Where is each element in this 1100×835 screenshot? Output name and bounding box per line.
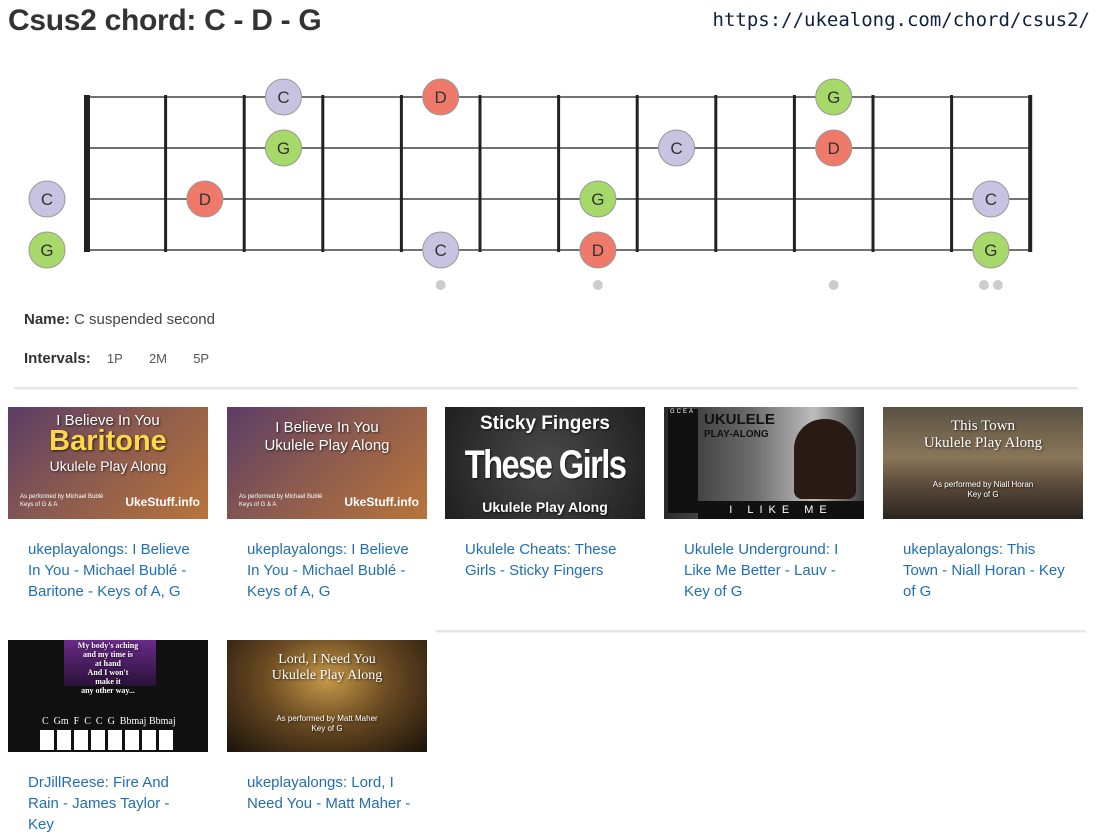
fretboard-diagram: C D G G C D C D G C G C D G xyxy=(28,78,1033,290)
video-thumbnail: Sticky Fingers These Girls Ukulele Play … xyxy=(445,407,645,519)
video-link[interactable]: DrJillReese: Fire And Rain - James Taylo… xyxy=(8,752,208,835)
chord-intervals-label: Intervals: xyxy=(24,350,91,367)
video-thumbnail: Lord, I Need You Ukulele Play Along As p… xyxy=(227,640,427,752)
video-card[interactable]: My body's aching and my time is at hand … xyxy=(8,640,208,835)
thumb-subtitle: PLAY-ALONG xyxy=(704,429,769,440)
thumb-chords: C Gm F C C G Bbmaj Bbmaj xyxy=(42,716,176,727)
thumb-lyrics: My body's aching and my time is at hand … xyxy=(77,641,139,695)
page-url[interactable]: https://ukealong.com/chord/csus2/ xyxy=(713,9,1091,31)
note-label: C xyxy=(670,139,682,158)
note-label: G xyxy=(40,241,53,260)
chord-name-row: Name: C suspended second xyxy=(24,311,215,328)
note-label: G xyxy=(827,88,840,107)
thumb-small-text: As performed by Matt Maher Key of G xyxy=(276,714,378,733)
interval-item: 5P xyxy=(193,351,210,366)
interval-item: 2M xyxy=(148,351,168,366)
video-link[interactable]: ukeplayalongs: I Believe In You - Michae… xyxy=(227,519,427,602)
note-label: G xyxy=(277,139,290,158)
video-thumbnail: My body's aching and my time is at hand … xyxy=(8,640,208,752)
chord-diagrams-graphic xyxy=(40,730,176,750)
video-thumbnail: I Believe In You Ukulele Play Along As p… xyxy=(227,407,427,519)
inlay-dot xyxy=(592,280,603,290)
inlay-dot xyxy=(435,280,446,290)
video-thumbnail: I Believe In You Baritone Ukulele Play A… xyxy=(8,407,208,519)
video-link[interactable]: Ukulele Underground: I Like Me Better - … xyxy=(664,519,864,602)
note-label: C xyxy=(985,190,997,209)
thumb-subtitle: Ukulele Play Along xyxy=(923,435,1043,451)
thumb-title: I Believe In You xyxy=(275,419,379,436)
ukulele-tab-graphic xyxy=(668,409,698,513)
page-title: Csus2 chord: C - D - G xyxy=(8,4,322,37)
thumb-title: These Girls xyxy=(464,443,627,487)
video-card[interactable]: Lord, I Need You Ukulele Play Along As p… xyxy=(227,640,427,814)
thumb-small-text: GCEA xyxy=(670,409,696,415)
interval-item: 1P xyxy=(106,351,123,366)
video-card[interactable]: I Believe In You Ukulele Play Along As p… xyxy=(227,407,427,602)
video-link[interactable]: ukeplayalongs: I Believe In You - Michae… xyxy=(8,519,208,602)
thumb-logo-text: UkeStuff.info xyxy=(125,495,200,509)
thumb-subtitle: Ukulele Play Along xyxy=(49,458,167,474)
video-thumbnail: GCEA UKULELE PLAY-ALONG I LIKE ME BETTER xyxy=(664,407,864,519)
thumb-title: This Town xyxy=(950,418,1016,434)
video-link[interactable]: ukeplayalongs: Lord, I Need You - Matt M… xyxy=(227,752,427,814)
note-label: D xyxy=(592,241,604,260)
chord-name-value: C suspended second xyxy=(74,311,215,328)
thumb-subtitle: Ukulele Play Along xyxy=(271,668,383,683)
thumb-title: Baritone xyxy=(49,425,167,457)
video-card[interactable]: This Town Ukulele Play Along As performe… xyxy=(883,407,1083,602)
video-link[interactable]: Ukulele Cheats: These Girls - Sticky Fin… xyxy=(445,519,645,581)
chord-intervals-row: Intervals: 1P 2M 5P xyxy=(24,350,209,367)
inlay-dot xyxy=(828,280,839,290)
note-label: D xyxy=(435,88,447,107)
inlay-dot xyxy=(978,280,989,290)
note-label: G xyxy=(591,190,604,209)
note-label: C xyxy=(435,241,447,260)
thumb-small-text: As performed by Michael Bublé Keys of G … xyxy=(20,494,104,508)
note-label: G xyxy=(984,241,997,260)
thumb-subtitle: Ukulele Play Along xyxy=(482,499,608,515)
thumb-subtitle: I LIKE ME BETTER xyxy=(698,501,864,519)
performer-image xyxy=(794,419,856,499)
thumb-title: UKULELE xyxy=(704,411,775,428)
section-divider xyxy=(436,630,1086,632)
video-link[interactable]: ukeplayalongs: This Town - Niall Horan -… xyxy=(883,519,1083,602)
thumb-logo-text: UkeStuff.info xyxy=(344,495,419,509)
chord-name-label: Name: xyxy=(24,311,70,328)
note-label: D xyxy=(828,139,840,158)
note-label: C xyxy=(277,88,289,107)
section-divider xyxy=(14,387,1078,389)
inlay-dot xyxy=(992,280,1003,290)
video-card[interactable]: I Believe In You Baritone Ukulele Play A… xyxy=(8,407,208,602)
note-label: D xyxy=(199,190,211,209)
thumb-title: Sticky Fingers xyxy=(480,413,610,434)
thumb-title: Lord, I Need You xyxy=(278,652,376,667)
thumb-small-text: As performed by Niall Horan Key of G xyxy=(932,480,1034,499)
note-label: C xyxy=(41,190,53,209)
thumb-small-text: As performed by Michael Bublé Keys of G … xyxy=(239,494,323,508)
video-card[interactable]: GCEA UKULELE PLAY-ALONG I LIKE ME BETTER… xyxy=(664,407,864,602)
video-card[interactable]: Sticky Fingers These Girls Ukulele Play … xyxy=(445,407,645,581)
thumb-subtitle: Ukulele Play Along xyxy=(264,437,390,454)
video-thumbnail: This Town Ukulele Play Along As performe… xyxy=(883,407,1083,519)
